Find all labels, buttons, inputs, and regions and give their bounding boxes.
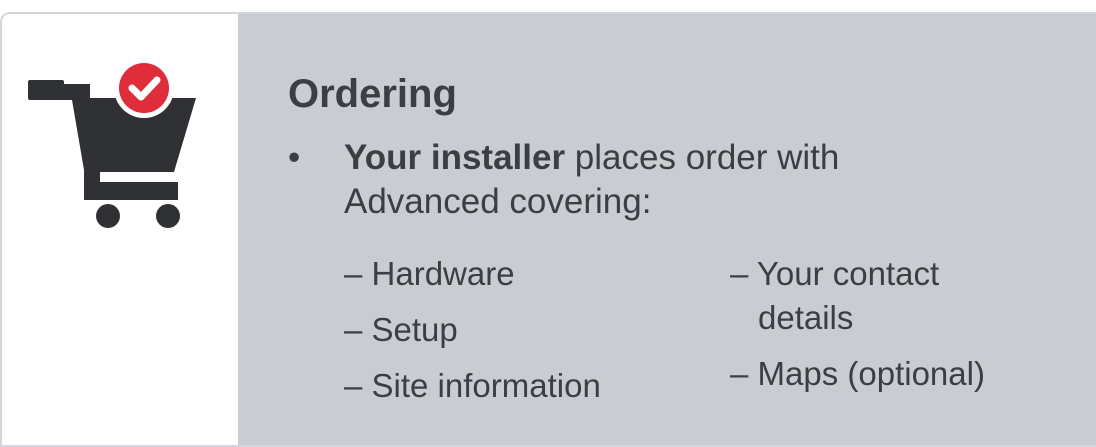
contact-line-1: – Your contact (730, 255, 940, 292)
bullet-text: Your installer places order with Advance… (344, 136, 1044, 224)
content-panel: Ordering • Your installer places order w… (238, 14, 1096, 445)
sub-list-right: – Your contact details – Maps (optional) (730, 252, 1060, 408)
bullet-dot-icon: • (288, 138, 301, 177)
list-item-setup: – Setup (344, 311, 458, 348)
list-item-contact-details: – Your contact details (730, 252, 1060, 340)
list-item-site-information: – Site information (344, 367, 601, 404)
icon-panel (2, 14, 238, 445)
bullet-second-line: Advanced covering: (344, 182, 652, 221)
bullet-bold-text: Your installer (344, 138, 566, 177)
sub-list-left: – Hardware – Setup – Site information (344, 252, 644, 420)
list-item-hardware: – Hardware (344, 255, 515, 292)
list-item-maps: – Maps (optional) (730, 355, 985, 392)
ordering-card: Ordering • Your installer places order w… (0, 12, 1096, 447)
shopping-cart-check-icon (28, 58, 196, 228)
bullet-rest-text: places order with (565, 138, 840, 177)
contact-line-2: details (758, 299, 854, 336)
slide-title: Ordering (288, 72, 457, 116)
